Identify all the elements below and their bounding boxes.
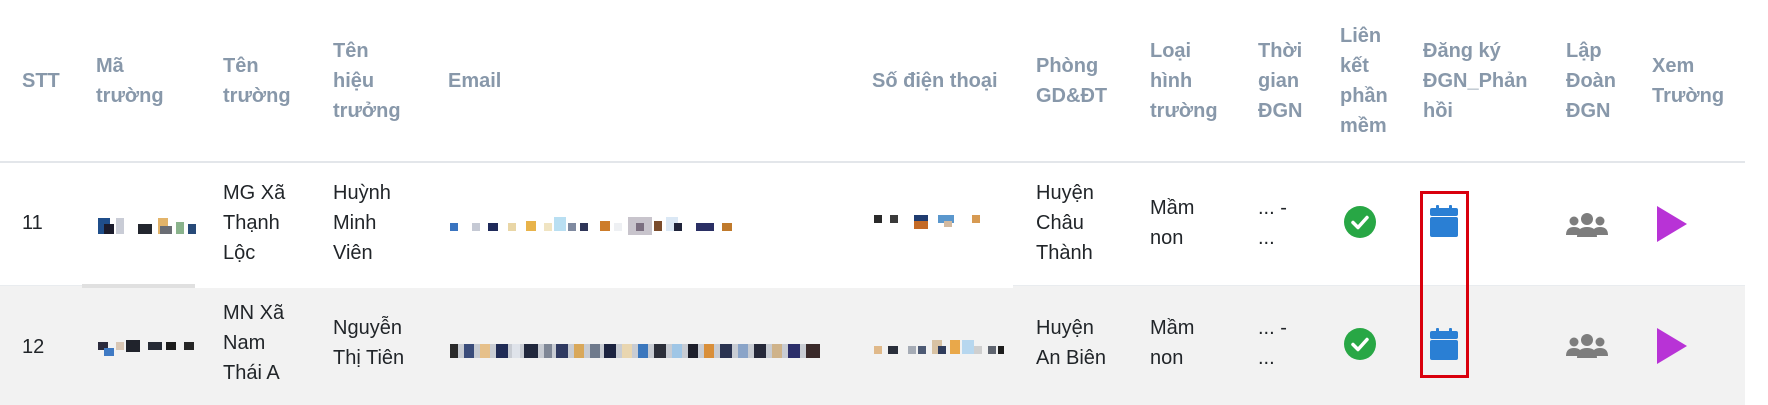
cell-thoi-gian: ... - ... [1258,317,1287,369]
cell-loai-hinh: Mầm non [1150,197,1195,249]
phone-redacted [874,213,980,229]
header-ten-hieu-truong[interactable]: Tên hiệu trưởng [333,36,401,126]
cell-stt: 12 [22,336,45,358]
header-lap-doan-dgn[interactable]: Lập Đoàn ĐGN [1566,36,1616,126]
ma-truong-redacted [98,340,196,356]
cell-ten-truong: MN Xã Nam Thái A [223,302,285,384]
cell-thoi-gian: ... - ... [1258,197,1287,249]
play-icon[interactable] [1657,328,1687,364]
cell-loai-hinh: Mầm non [1150,317,1195,369]
header-dang-ky-dgn-phan-hoi[interactable]: Đăng ký ĐGN_Phản hồi [1423,36,1527,126]
header-xem-truong[interactable]: Xem Trường [1652,51,1724,111]
cell-ten-hieu-truong: Nguyễn Thị Tiên [333,317,405,369]
header-ten-truong[interactable]: Tên trường [223,51,291,111]
header-so-dien-thoai[interactable]: Số điện thoại [872,66,998,96]
cell-stt: 11 [22,212,43,234]
check-circle-icon[interactable] [1344,206,1376,238]
header-lien-ket-phan-mem[interactable]: Liên kết phần mềm [1340,21,1388,141]
highlight-box [1420,191,1469,378]
cell-phong-gddt: Huyện Châu Thành [1036,182,1094,264]
users-group-icon[interactable] [1566,213,1608,239]
check-circle-icon[interactable] [1344,328,1376,360]
header-stt[interactable]: STT [22,66,60,96]
cell-ten-truong: MG Xã Thạnh Lộc [223,182,286,264]
ma-truong-redacted [98,218,196,234]
table-row[interactable]: 11 MG Xã Thạnh Lộc Huỳnh Minh Viên Huyện… [0,163,1745,286]
header-thoi-gian-dgn[interactable]: Thời gian ĐGN [1258,36,1302,126]
header-email[interactable]: Email [448,66,501,96]
play-icon[interactable] [1657,206,1687,242]
email-redacted [450,217,740,235]
header-loai-hinh-truong[interactable]: Loại hình trường [1150,36,1218,126]
cell-ten-hieu-truong: Huỳnh Minh Viên [333,182,391,264]
header-phong-gddt[interactable]: Phòng GD&ĐT [1036,51,1107,111]
cell-phong-gddt: Huyện An Biên [1036,317,1107,369]
header-ma-truong[interactable]: Mã trường [96,51,164,111]
phone-redacted [874,340,1004,356]
table-header: STT Mã trường Tên trường Tên hiệu trưởng… [0,0,1745,163]
email-redacted [450,344,820,360]
table-row[interactable]: 12 MN Xã Nam Thái A Nguyễn Thị Tiên Huyệ… [0,284,1745,405]
users-group-icon[interactable] [1566,334,1608,360]
